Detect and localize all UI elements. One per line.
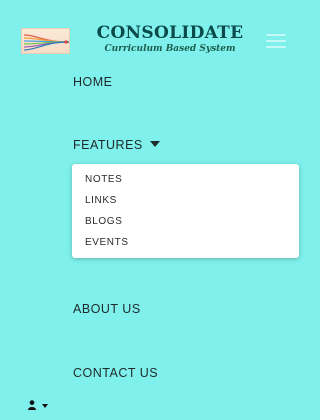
brand-title[interactable]: CONSOLIDATE: [95, 23, 245, 43]
navbar-header: CONSOLIDATE Curriculum Based System: [0, 0, 301, 66]
user-menu-toggle[interactable]: [28, 400, 50, 412]
dropdown-item-links[interactable]: LINKS: [85, 195, 117, 206]
dropdown-item-notes[interactable]: NOTES: [85, 174, 122, 185]
caret-down-icon: [42, 404, 48, 408]
features-dropdown-menu: NOTES LINKS BLOGS EVENTS: [72, 164, 299, 258]
nav-features-label: FEATURES: [73, 138, 143, 152]
nav-features-toggle[interactable]: FEATURES: [73, 138, 160, 152]
nav-contact-link[interactable]: CONTACT US: [73, 366, 158, 380]
nav-about-link[interactable]: ABOUT US: [73, 302, 141, 316]
user-icon: [28, 400, 36, 410]
brand-logo[interactable]: [21, 28, 70, 54]
dropdown-item-blogs[interactable]: BLOGS: [85, 216, 122, 227]
dropdown-item-events[interactable]: EVENTS: [85, 237, 129, 248]
hamburger-menu-icon[interactable]: [266, 33, 286, 49]
brand-subtitle: Curriculum Based System: [104, 44, 236, 54]
colorful-lines-logo-icon: [23, 34, 69, 51]
nav-home-link[interactable]: HOME: [73, 75, 113, 89]
caret-down-icon: [149, 141, 160, 147]
